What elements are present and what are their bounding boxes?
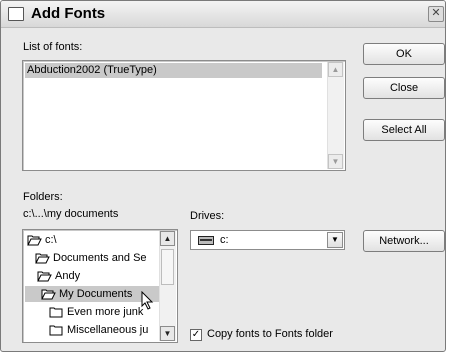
scroll-down-icon[interactable]: ▼ (328, 154, 343, 169)
scroll-up-icon[interactable]: ▲ (328, 62, 343, 77)
scroll-up-icon[interactable]: ▲ (160, 231, 175, 246)
closed-folder-icon (49, 307, 63, 318)
open-folder-icon (35, 253, 50, 264)
drives-label: Drives: (190, 210, 225, 222)
folder-label: Andy (55, 270, 81, 283)
folders-label: Folders: (23, 191, 63, 203)
network-button[interactable]: Network... (363, 230, 445, 252)
folders-listbox[interactable]: c:\ Documents and Se Andy My Documents E… (22, 229, 178, 343)
title-bar[interactable]: Add Fonts ✕ (1, 1, 445, 28)
folder-label: My Documents (59, 288, 133, 301)
select-all-button[interactable]: Select All (363, 119, 445, 141)
open-folder-icon (27, 235, 42, 246)
pointer-cursor-icon (141, 291, 154, 310)
folder-label: Documents and Se (53, 252, 147, 265)
copy-fonts-checkbox[interactable]: ✓ (190, 329, 202, 341)
fonts-scrollbar[interactable]: ▲ ▼ (327, 62, 344, 169)
folder-item-c[interactable]: c:\ (27, 232, 57, 248)
dialog-title: Add Fonts (31, 5, 106, 22)
folder-label: Even more junk (67, 306, 144, 319)
copy-fonts-label: Copy fonts to Fonts folder (207, 328, 333, 340)
chevron-down-icon[interactable]: ▼ (327, 232, 343, 248)
window-icon (8, 7, 24, 21)
folder-item-even-more-junk[interactable]: Even more junk (49, 304, 143, 320)
folders-scrollbar[interactable]: ▲ ▼ (159, 231, 176, 341)
folder-item-documents-and-settings[interactable]: Documents and Se (35, 250, 147, 266)
folder-item-my-documents[interactable]: My Documents (25, 286, 160, 302)
open-folder-icon (37, 271, 52, 282)
folder-item-miscellaneous[interactable]: Miscellaneous ju (49, 322, 148, 338)
drive-value: c: (220, 234, 229, 246)
folder-label: Miscellaneous ju (67, 324, 149, 337)
scroll-thumb[interactable] (161, 249, 174, 285)
add-fonts-dialog: Add Fonts ✕ List of fonts: Abduction2002… (0, 0, 446, 352)
drives-dropdown[interactable]: c: ▼ (190, 230, 345, 250)
open-folder-icon (41, 289, 56, 300)
current-folder-path: c:\...\my documents (23, 208, 119, 220)
folder-label: c:\ (45, 234, 57, 247)
fonts-listbox[interactable]: Abduction2002 (TrueType) ▲ ▼ (22, 60, 346, 171)
drive-icon (198, 236, 214, 245)
font-list-item[interactable]: Abduction2002 (TrueType) (25, 63, 322, 78)
folder-item-andy[interactable]: Andy (37, 268, 80, 284)
scroll-down-icon[interactable]: ▼ (160, 326, 175, 341)
close-icon[interactable]: ✕ (428, 6, 444, 22)
closed-folder-icon (49, 325, 63, 336)
fonts-list-label: List of fonts: (23, 41, 83, 53)
ok-button[interactable]: OK (363, 43, 445, 65)
close-button[interactable]: Close (363, 77, 445, 99)
